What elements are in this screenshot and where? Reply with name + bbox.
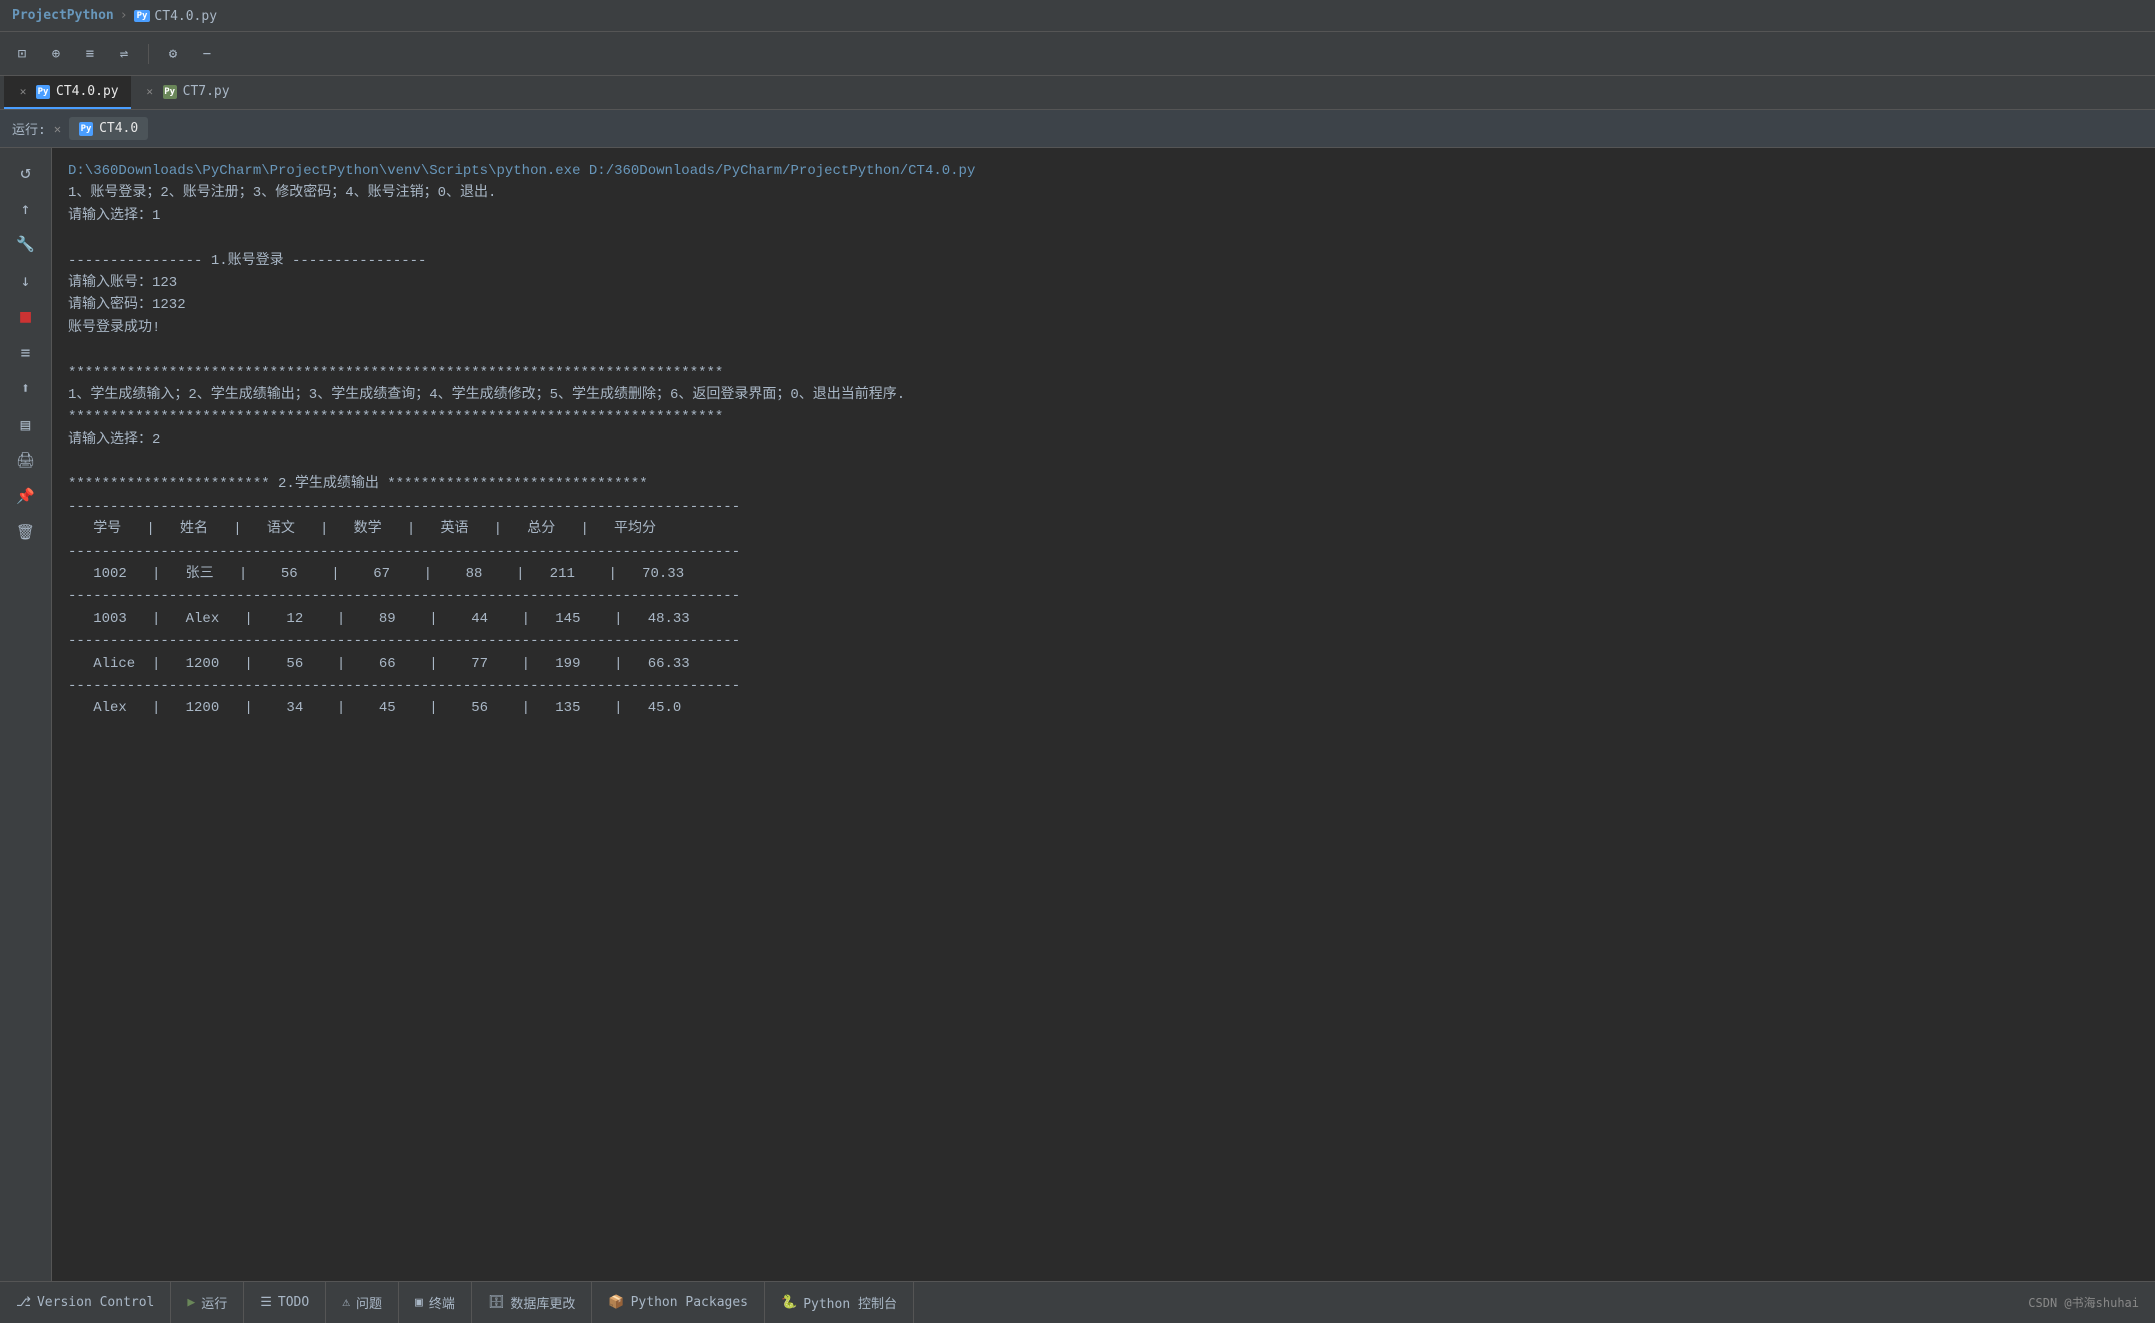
todo-label: TODO — [278, 1295, 309, 1310]
python-console-label: Python 控制台 — [803, 1293, 897, 1312]
list-icon[interactable]: ≡ — [76, 40, 104, 68]
python-packages-icon: 📦 — [608, 1295, 624, 1310]
tab-ct4[interactable]: ✕ Py CT4.0.py — [4, 76, 131, 109]
run-status-icon: ▶ — [187, 1295, 195, 1310]
run-active-tab[interactable]: Py CT4.0 — [69, 117, 148, 140]
console-line-20: 1003 | Alex | 12 | 89 | 44 | 145 | 48.33 — [68, 608, 2139, 630]
list-btn[interactable]: ≡ — [10, 336, 42, 368]
tab-icon-ct7: Py — [163, 85, 177, 99]
tab-bar: ✕ Py CT4.0.py ✕ Py CT7.py — [0, 76, 2155, 110]
run-tab-label: CT4.0 — [99, 121, 138, 136]
console-line-13 — [68, 451, 2139, 473]
export-btn[interactable]: ⬆ — [10, 372, 42, 404]
side-toolbar: ↺ ↑ 🔧 ↓ ■ ≡ ⬆ ▤ 🖨 📌 🗑 — [0, 148, 52, 1281]
format-btn[interactable]: ▤ — [10, 408, 42, 440]
status-item-database[interactable]: 🗄 数据库更改 — [472, 1282, 593, 1323]
console-line-23: ----------------------------------------… — [68, 675, 2139, 697]
version-control-icon: ⎇ — [16, 1295, 31, 1310]
run-close-btn[interactable]: ✕ — [54, 122, 61, 136]
wrench-btn[interactable]: 🔧 — [10, 228, 42, 260]
console-line-3 — [68, 227, 2139, 249]
terminal-icon: ▣ — [415, 1295, 423, 1310]
run-tab-icon: Py — [79, 122, 93, 136]
console-line-9: ****************************************… — [68, 362, 2139, 384]
status-item-problems[interactable]: ⚠ 问题 — [326, 1282, 399, 1323]
scroll-down-btn[interactable]: ↓ — [10, 264, 42, 296]
problems-label: 问题 — [356, 1293, 382, 1312]
tab-ct7[interactable]: ✕ Py CT7.py — [131, 76, 242, 109]
breadcrumb: ProjectPython › Py CT4.0.py — [12, 7, 217, 24]
python-console-icon: 🐍 — [781, 1295, 797, 1310]
terminal-icon[interactable]: ⊡ — [8, 40, 36, 68]
list-alt-icon[interactable]: ⇌ — [110, 40, 138, 68]
stop-btn[interactable]: ■ — [10, 300, 42, 332]
console-line-17: ----------------------------------------… — [68, 541, 2139, 563]
console-line-4: ---------------- 1.账号登录 ---------------- — [68, 250, 2139, 272]
terminal-label: 终端 — [429, 1293, 455, 1312]
tab-label-ct7: CT7.py — [183, 84, 230, 99]
console-line-1: 1、账号登录；2、账号注册；3、修改密码；4、账号注销；0、退出. — [68, 182, 2139, 204]
console-output: D:\360Downloads\PyCharm\ProjectPython\ve… — [52, 148, 2155, 1281]
run-status-label: 运行 — [201, 1293, 227, 1312]
console-line-5: 请输入账号：123 — [68, 272, 2139, 294]
run-bar: 运行: ✕ Py CT4.0 — [0, 110, 2155, 148]
title-bar: ProjectPython › Py CT4.0.py — [0, 0, 2155, 32]
todo-icon: ☰ — [260, 1295, 272, 1310]
minus-icon[interactable]: − — [193, 40, 221, 68]
python-packages-label: Python Packages — [631, 1295, 748, 1310]
toolbar-separator-1 — [148, 44, 149, 64]
settings-icon[interactable]: ⚙ — [159, 40, 187, 68]
tab-label-ct4: CT4.0.py — [56, 84, 119, 99]
console-line-22: Alice | 1200 | 56 | 66 | 77 | 199 | 66.3… — [68, 653, 2139, 675]
console-line-8 — [68, 339, 2139, 361]
status-item-todo[interactable]: ☰ TODO — [244, 1282, 326, 1323]
status-item-version-control[interactable]: ⎇ Version Control — [0, 1282, 171, 1323]
console-line-14: ************************ 2.学生成绩输出 ******… — [68, 473, 2139, 495]
console-line-18: 1002 | 张三 | 56 | 67 | 88 | 211 | 70.33 — [68, 563, 2139, 585]
scroll-up-btn[interactable]: ↑ — [10, 192, 42, 224]
project-name: ProjectPython — [12, 8, 114, 23]
problems-icon: ⚠ — [342, 1295, 350, 1310]
tab-close-ct7[interactable]: ✕ — [143, 85, 157, 99]
tab-icon-ct4: Py — [36, 85, 50, 99]
delete-btn[interactable]: 🗑 — [10, 516, 42, 548]
database-icon: 🗄 — [488, 1295, 505, 1310]
status-bar: ⎇ Version Control ▶ 运行 ☰ TODO ⚠ 问题 ▣ 终端 🗄 数据库更改 📦 Pyt… — [0, 1281, 2155, 1323]
status-item-python-packages[interactable]: 📦 Python Packages — [592, 1282, 765, 1323]
main-layout: ↺ ↑ 🔧 ↓ ■ ≡ ⬆ ▤ 🖨 📌 🗑 D:\360Downloads\Py… — [0, 148, 2155, 1281]
console-line-16: 学号 | 姓名 | 语文 | 数学 | 英语 | 总分 | 平均分 — [68, 518, 2139, 540]
console-line-0: D:\360Downloads\PyCharm\ProjectPython\ve… — [68, 160, 2139, 182]
version-control-label: Version Control — [37, 1295, 154, 1310]
console-line-21: ----------------------------------------… — [68, 630, 2139, 652]
console-line-19: ----------------------------------------… — [68, 585, 2139, 607]
console-line-2: 请输入选择：1 — [68, 205, 2139, 227]
status-item-python-console[interactable]: 🐍 Python 控制台 — [765, 1282, 914, 1323]
pin-btn[interactable]: 📌 — [10, 480, 42, 512]
console-line-24: Alex | 1200 | 34 | 45 | 56 | 135 | 45.0 — [68, 697, 2139, 719]
status-item-terminal[interactable]: ▣ 终端 — [399, 1282, 472, 1323]
console-line-6: 请输入密码：1232 — [68, 294, 2139, 316]
console-line-7: 账号登录成功! — [68, 317, 2139, 339]
database-label: 数据库更改 — [510, 1293, 575, 1312]
status-right-text: CSDN @书海shuhai — [2028, 1294, 2155, 1311]
rerun-btn[interactable]: ↺ — [10, 156, 42, 188]
file-tab-icon: Py CT4.0.py — [134, 9, 217, 24]
breadcrumb-file: Py CT4.0.py — [134, 7, 217, 24]
add-config-icon[interactable]: ⊕ — [42, 40, 70, 68]
run-label: 运行: — [12, 119, 46, 138]
console-line-15: ----------------------------------------… — [68, 496, 2139, 518]
console-line-12: 请输入选择：2 — [68, 429, 2139, 451]
main-toolbar: ⊡ ⊕ ≡ ⇌ ⚙ − — [0, 32, 2155, 76]
console-line-11: ****************************************… — [68, 406, 2139, 428]
print-btn[interactable]: 🖨 — [10, 444, 42, 476]
console-line-10: 1、学生成绩输入；2、学生成绩输出；3、学生成绩查询；4、学生成绩修改；5、学生… — [68, 384, 2139, 406]
breadcrumb-separator: › — [120, 8, 128, 23]
status-item-run-status[interactable]: ▶ 运行 — [171, 1282, 244, 1323]
tab-close-ct4[interactable]: ✕ — [16, 85, 30, 99]
